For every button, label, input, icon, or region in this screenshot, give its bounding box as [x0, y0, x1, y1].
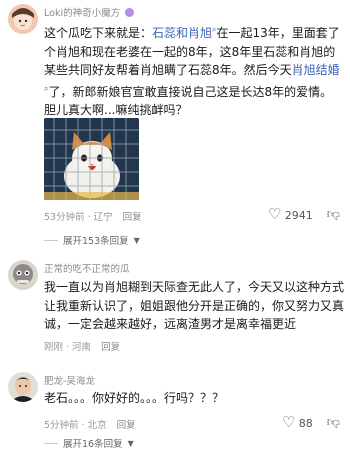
comment-2: 正常的吃不正常的瓜 我一直以为肖旭糊到天际查无此人了，今天又以这种方式让我重新认…	[0, 254, 350, 354]
expand-replies-label: 展开16条回复	[63, 439, 123, 449]
expand-replies[interactable]: 展开16条回复 ▼	[44, 436, 134, 449]
highlight-link[interactable]: 石蕊和肖旭	[152, 26, 212, 40]
comment-meta: 刚刚 · 河南 回复	[44, 342, 121, 353]
like-count: 2941	[284, 209, 313, 222]
divider-line	[44, 442, 58, 444]
heart-icon: ♡	[267, 205, 282, 223]
comment-text: 我一直以为肖旭糊到天际查无此人了，今天又以这种方式让我重新认识了，姐姐跟他分开是…	[44, 280, 345, 331]
username[interactable]: Loki的神奇小魔方	[44, 5, 135, 19]
like-count: 88	[298, 417, 313, 430]
like-button[interactable]: ♡ 88	[282, 413, 313, 431]
like-area: ♡ 88 👎︎	[282, 413, 340, 431]
username[interactable]: 肥龙-吴海龙	[44, 373, 95, 387]
like-area: ♡ 2941 👎︎	[268, 205, 340, 223]
comment-meta: 5分钟前 · 北京 回复	[44, 420, 136, 431]
like-button[interactable]: ♡ 2941	[268, 205, 313, 223]
thumbs-down-icon[interactable]: 👎︎	[327, 207, 340, 222]
reply-button[interactable]: 回复	[123, 212, 142, 223]
comment-text: 老石。。。你好好的。。。行吗？？？	[44, 391, 225, 405]
expand-replies[interactable]: 展开153条回复 ▼	[44, 233, 140, 247]
reply-button[interactable]: 回复	[117, 420, 136, 431]
comment-text: 这个瓜吃下来就是：石蕊和肖旭⌕在一起13年，里面套了个肖旭和现在老婆在一起的8年…	[44, 25, 340, 117]
avatar[interactable]	[8, 260, 38, 290]
chevron-down-icon: ▼	[133, 235, 140, 245]
highlight-link[interactable]: 肖旭结婚	[292, 63, 340, 77]
reply-button[interactable]: 回复	[101, 342, 120, 353]
comment-meta: 53分钟前 · 辽宁 回复	[44, 212, 142, 223]
comment-3: 肥龙-吴海龙 老石。。。你好好的。。。行吗？？？ 5分钟前 · 北京 回复 ♡ 8…	[0, 364, 350, 449]
thumbs-down-icon[interactable]: 👎︎	[327, 415, 340, 430]
divider-line	[44, 239, 58, 241]
comment-image[interactable]	[44, 118, 139, 200]
avatar[interactable]	[8, 372, 38, 402]
chevron-down-icon: ▼	[127, 438, 134, 448]
username[interactable]: 正常的吃不正常的瓜	[44, 261, 130, 275]
heart-icon: ♡	[281, 413, 296, 431]
avatar[interactable]	[8, 4, 38, 34]
comment-1: Loki的神奇小魔方 这个瓜吃下来就是：石蕊和肖旭⌕在一起13年，里面套了个肖旭…	[0, 0, 350, 250]
badge-icon	[125, 8, 135, 17]
expand-replies-label: 展开153条回复	[63, 236, 129, 247]
